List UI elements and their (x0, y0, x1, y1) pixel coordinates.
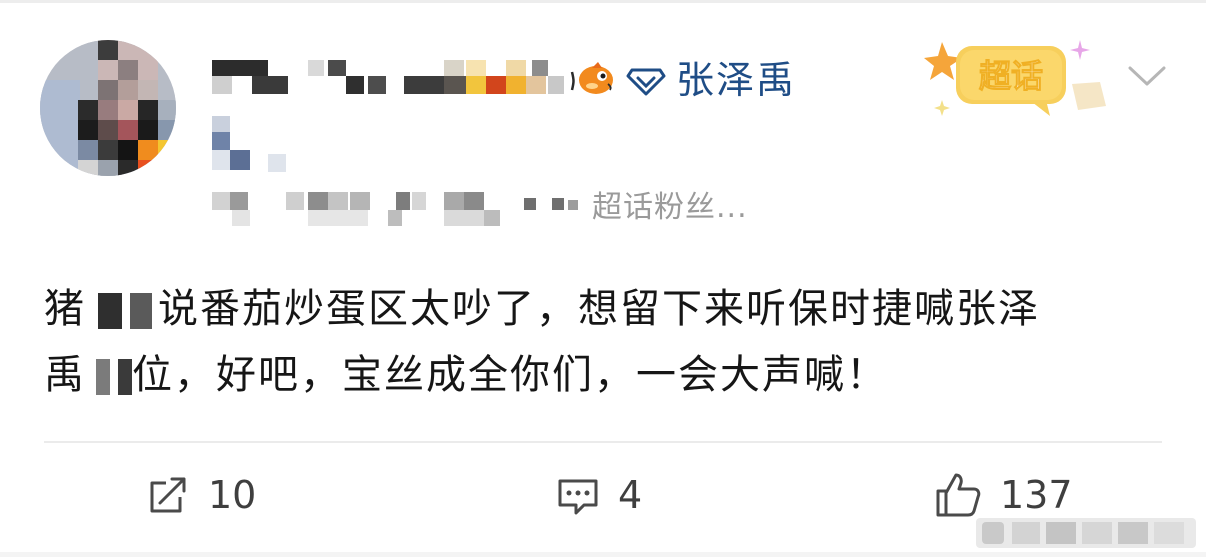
chevron-down-icon[interactable] (1126, 60, 1168, 90)
post-text: 位，好吧，宝丝成全你们，一会大声喊！ (132, 352, 888, 398)
redacted-mosaic (86, 359, 132, 395)
source-text: 超话粉丝... (592, 190, 748, 225)
action-divider (44, 441, 1162, 443)
diamond-icon (626, 68, 666, 96)
like-count: 137 (1000, 473, 1073, 517)
watermark-blur (976, 518, 1196, 548)
svg-text:超话: 超话 (979, 57, 1043, 95)
post-text: 猪 (44, 286, 86, 332)
supertopic-badge-label: 超话 (979, 57, 1043, 95)
avatar[interactable] (40, 40, 176, 176)
post-text: 说番茄炒蛋区太吵了，想留下来听保时捷喊张泽 (158, 286, 1040, 332)
repost-icon (150, 477, 186, 513)
repost-button[interactable]: 10 (146, 470, 256, 520)
username-mosaic[interactable] (212, 56, 572, 100)
topic-name[interactable]: 张泽禹 (676, 56, 796, 104)
post-text: 禹 (44, 352, 86, 398)
post-card: 张泽禹 超话 超话粉丝... 猪 说番茄炒蛋区太吵了，想留下来听保时捷喊张泽 禹… (0, 0, 1206, 552)
thumbs-up-icon (936, 473, 981, 517)
supertopic-badge[interactable]: 超话 (922, 36, 1112, 120)
top-divider (0, 0, 1206, 3)
post-body: 猪 说番茄炒蛋区太吵了，想留下来听保时捷喊张泽 禹位，好吧，宝丝成全你们，一会大声… (44, 276, 1164, 408)
username-mosaic-row2 (212, 116, 292, 176)
source-mosaic (212, 188, 592, 232)
comment-count: 4 (618, 473, 643, 517)
redacted-mosaic (86, 293, 158, 329)
comment-button[interactable]: 4 (556, 470, 642, 520)
fish-icon (570, 62, 613, 94)
repost-count: 10 (208, 473, 257, 517)
comment-icon (558, 479, 598, 515)
